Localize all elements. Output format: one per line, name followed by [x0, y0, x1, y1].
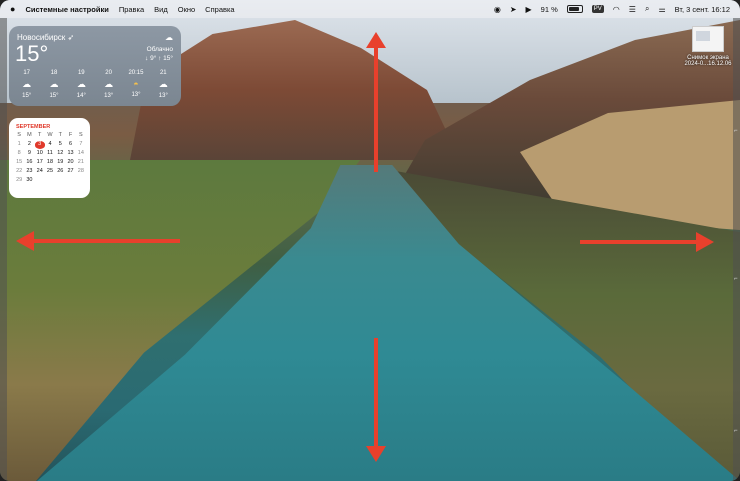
cloud-icon: ☁: [49, 79, 59, 89]
cloud-icon: ☁: [158, 79, 168, 89]
arrow-left-head-icon: [16, 231, 34, 251]
weather-hour: 21 ☁ 13°: [150, 70, 177, 99]
weather-hilo: ↓ 9° ↑ 15°: [145, 55, 173, 62]
calendar-day[interactable]: 20: [65, 159, 75, 167]
edge-bracket-icon: ⌐: [734, 428, 738, 434]
file-thumbnail: [692, 26, 724, 52]
calendar-weekday: F: [68, 132, 73, 138]
calendar-weekday: T: [38, 132, 42, 138]
edge-bracket-icon: ⌐: [734, 128, 738, 134]
calendar-day[interactable]: 27: [65, 168, 75, 176]
calendar-day[interactable]: 4: [45, 141, 55, 149]
calendar-day[interactable]: 10: [35, 150, 45, 158]
weather-hourly: 17 ☁ 15° 18 ☁ 15° 19 ☁ 14° 20 ☁ 13° 20:15 ◓ 13° 21…: [13, 70, 177, 99]
arrow-right: [580, 240, 700, 244]
calendar-day[interactable]: 7: [76, 141, 86, 149]
file-name-line2: 2024-0...16.12.06: [684, 61, 732, 67]
calendar-day[interactable]: 5: [55, 141, 65, 149]
weather-hour: 17 ☁ 15°: [13, 70, 40, 99]
cloud-icon: ☁: [76, 79, 86, 89]
telegram-icon[interactable]: ➤: [510, 5, 517, 14]
calendar-day[interactable]: 11: [45, 150, 55, 158]
arrow-up: [374, 40, 378, 172]
cloud-icon: ☁: [22, 79, 32, 89]
calendar-weekday: S: [79, 132, 83, 138]
weather-hour: 19 ☁ 14°: [68, 70, 95, 99]
calendar-day[interactable]: 8: [14, 150, 24, 158]
battery-icon[interactable]: [566, 5, 583, 13]
calendar-weekday: M: [27, 132, 32, 138]
calendar-day[interactable]: 26: [55, 168, 65, 176]
calendar-weekday: S: [17, 132, 21, 138]
calendar-day[interactable]: 6: [65, 141, 75, 149]
arrow-down-head-icon: [366, 446, 386, 462]
calendar-day[interactable]: 21: [76, 159, 86, 167]
calendar-today[interactable]: 3: [34, 141, 45, 149]
weather-hour: 20 ☁ 13°: [95, 70, 122, 99]
menu-window[interactable]: Окно: [178, 5, 195, 14]
calendar-weekday: T: [58, 132, 62, 138]
menu-app-name[interactable]: Системные настройки: [25, 5, 108, 14]
sunset-icon: ◓: [133, 79, 139, 89]
calendar-grid: S M T W T F S 1 2 3 4 5 6 7 8 9 10 11 12 13 14 15 16 17 18 19 20 21…: [14, 132, 86, 185]
play-icon[interactable]: ▶: [526, 5, 532, 14]
menu-bar: ● Системные настройки Правка Вид Окно Сп…: [0, 0, 740, 18]
calendar-day[interactable]: 17: [35, 159, 45, 167]
location-arrow-icon: ➶: [67, 33, 75, 42]
cloud-icon: ☁: [104, 79, 114, 89]
calendar-day[interactable]: 13: [65, 150, 75, 158]
calendar-month: SEPTEMBER: [16, 124, 51, 130]
calendar-day[interactable]: 18: [45, 159, 55, 167]
control-center-icon[interactable]: ☰: [629, 5, 636, 14]
edge-bracket-icon: ⌐: [734, 276, 738, 282]
apple-icon[interactable]: ●: [10, 4, 15, 14]
calendar-day[interactable]: 19: [55, 159, 65, 167]
arrow-up-head-icon: [366, 32, 386, 48]
weather-hour: 18 ☁ 15°: [40, 70, 67, 99]
arrow-down: [374, 338, 378, 450]
calendar-day[interactable]: 9: [24, 150, 34, 158]
desktop-screenshot-file[interactable]: Снимок экрана 2024-0...16.12.06: [680, 26, 736, 67]
calendar-day[interactable]: 15: [14, 159, 24, 167]
calendar-day[interactable]: 16: [24, 159, 34, 167]
menu-edit[interactable]: Правка: [119, 5, 144, 14]
weather-condition: Облачно: [146, 46, 173, 53]
calendar-day[interactable]: 29: [14, 177, 24, 185]
desktop: ⌐ ⌐ ⌐ ● Системные настройки Правка Вид О…: [0, 0, 740, 481]
calendar-day[interactable]: 14: [76, 150, 86, 158]
status-circle-icon[interactable]: ◉: [494, 5, 501, 14]
calendar-day[interactable]: 24: [35, 168, 45, 176]
calendar-day[interactable]: 28: [76, 168, 86, 176]
control-center-toggle-icon[interactable]: ⚌: [658, 5, 665, 14]
right-edge: ⌐ ⌐ ⌐: [733, 18, 740, 481]
search-icon[interactable]: ⌕: [645, 4, 649, 14]
arrow-right-head-icon: [696, 232, 714, 252]
menu-help[interactable]: Справка: [205, 5, 234, 14]
calendar-day[interactable]: 30: [24, 177, 34, 185]
menu-view[interactable]: Вид: [154, 5, 168, 14]
wifi-icon[interactable]: ◠: [613, 5, 620, 14]
menu-clock[interactable]: Вт, 3 сент. 16:12: [675, 5, 730, 14]
calendar-weekday: W: [47, 132, 53, 138]
calendar-widget[interactable]: SEPTEMBER S M T W T F S 1 2 3 4 5 6 7 8 9 10 11 12 13 14 15 16…: [9, 118, 90, 198]
calendar-day[interactable]: 12: [55, 150, 65, 158]
calendar-day[interactable]: 22: [14, 168, 24, 176]
cloud-icon: ☁: [165, 33, 173, 42]
left-edge: [0, 18, 7, 481]
weather-hour: 20:15 ◓ 13°: [122, 70, 149, 99]
arrow-left: [32, 239, 180, 243]
calendar-day[interactable]: 25: [45, 168, 55, 176]
weather-temperature: 15°: [15, 41, 49, 66]
input-source[interactable]: PV: [591, 5, 604, 13]
calendar-day[interactable]: 23: [24, 168, 34, 176]
weather-widget[interactable]: Новосибирск ➶ 15° ☁ Облачно ↓ 9° ↑ 15° 1…: [9, 26, 181, 106]
calendar-day[interactable]: 1: [14, 141, 24, 149]
calendar-day[interactable]: 2: [24, 141, 34, 149]
battery-percent[interactable]: 91 %: [541, 5, 558, 14]
